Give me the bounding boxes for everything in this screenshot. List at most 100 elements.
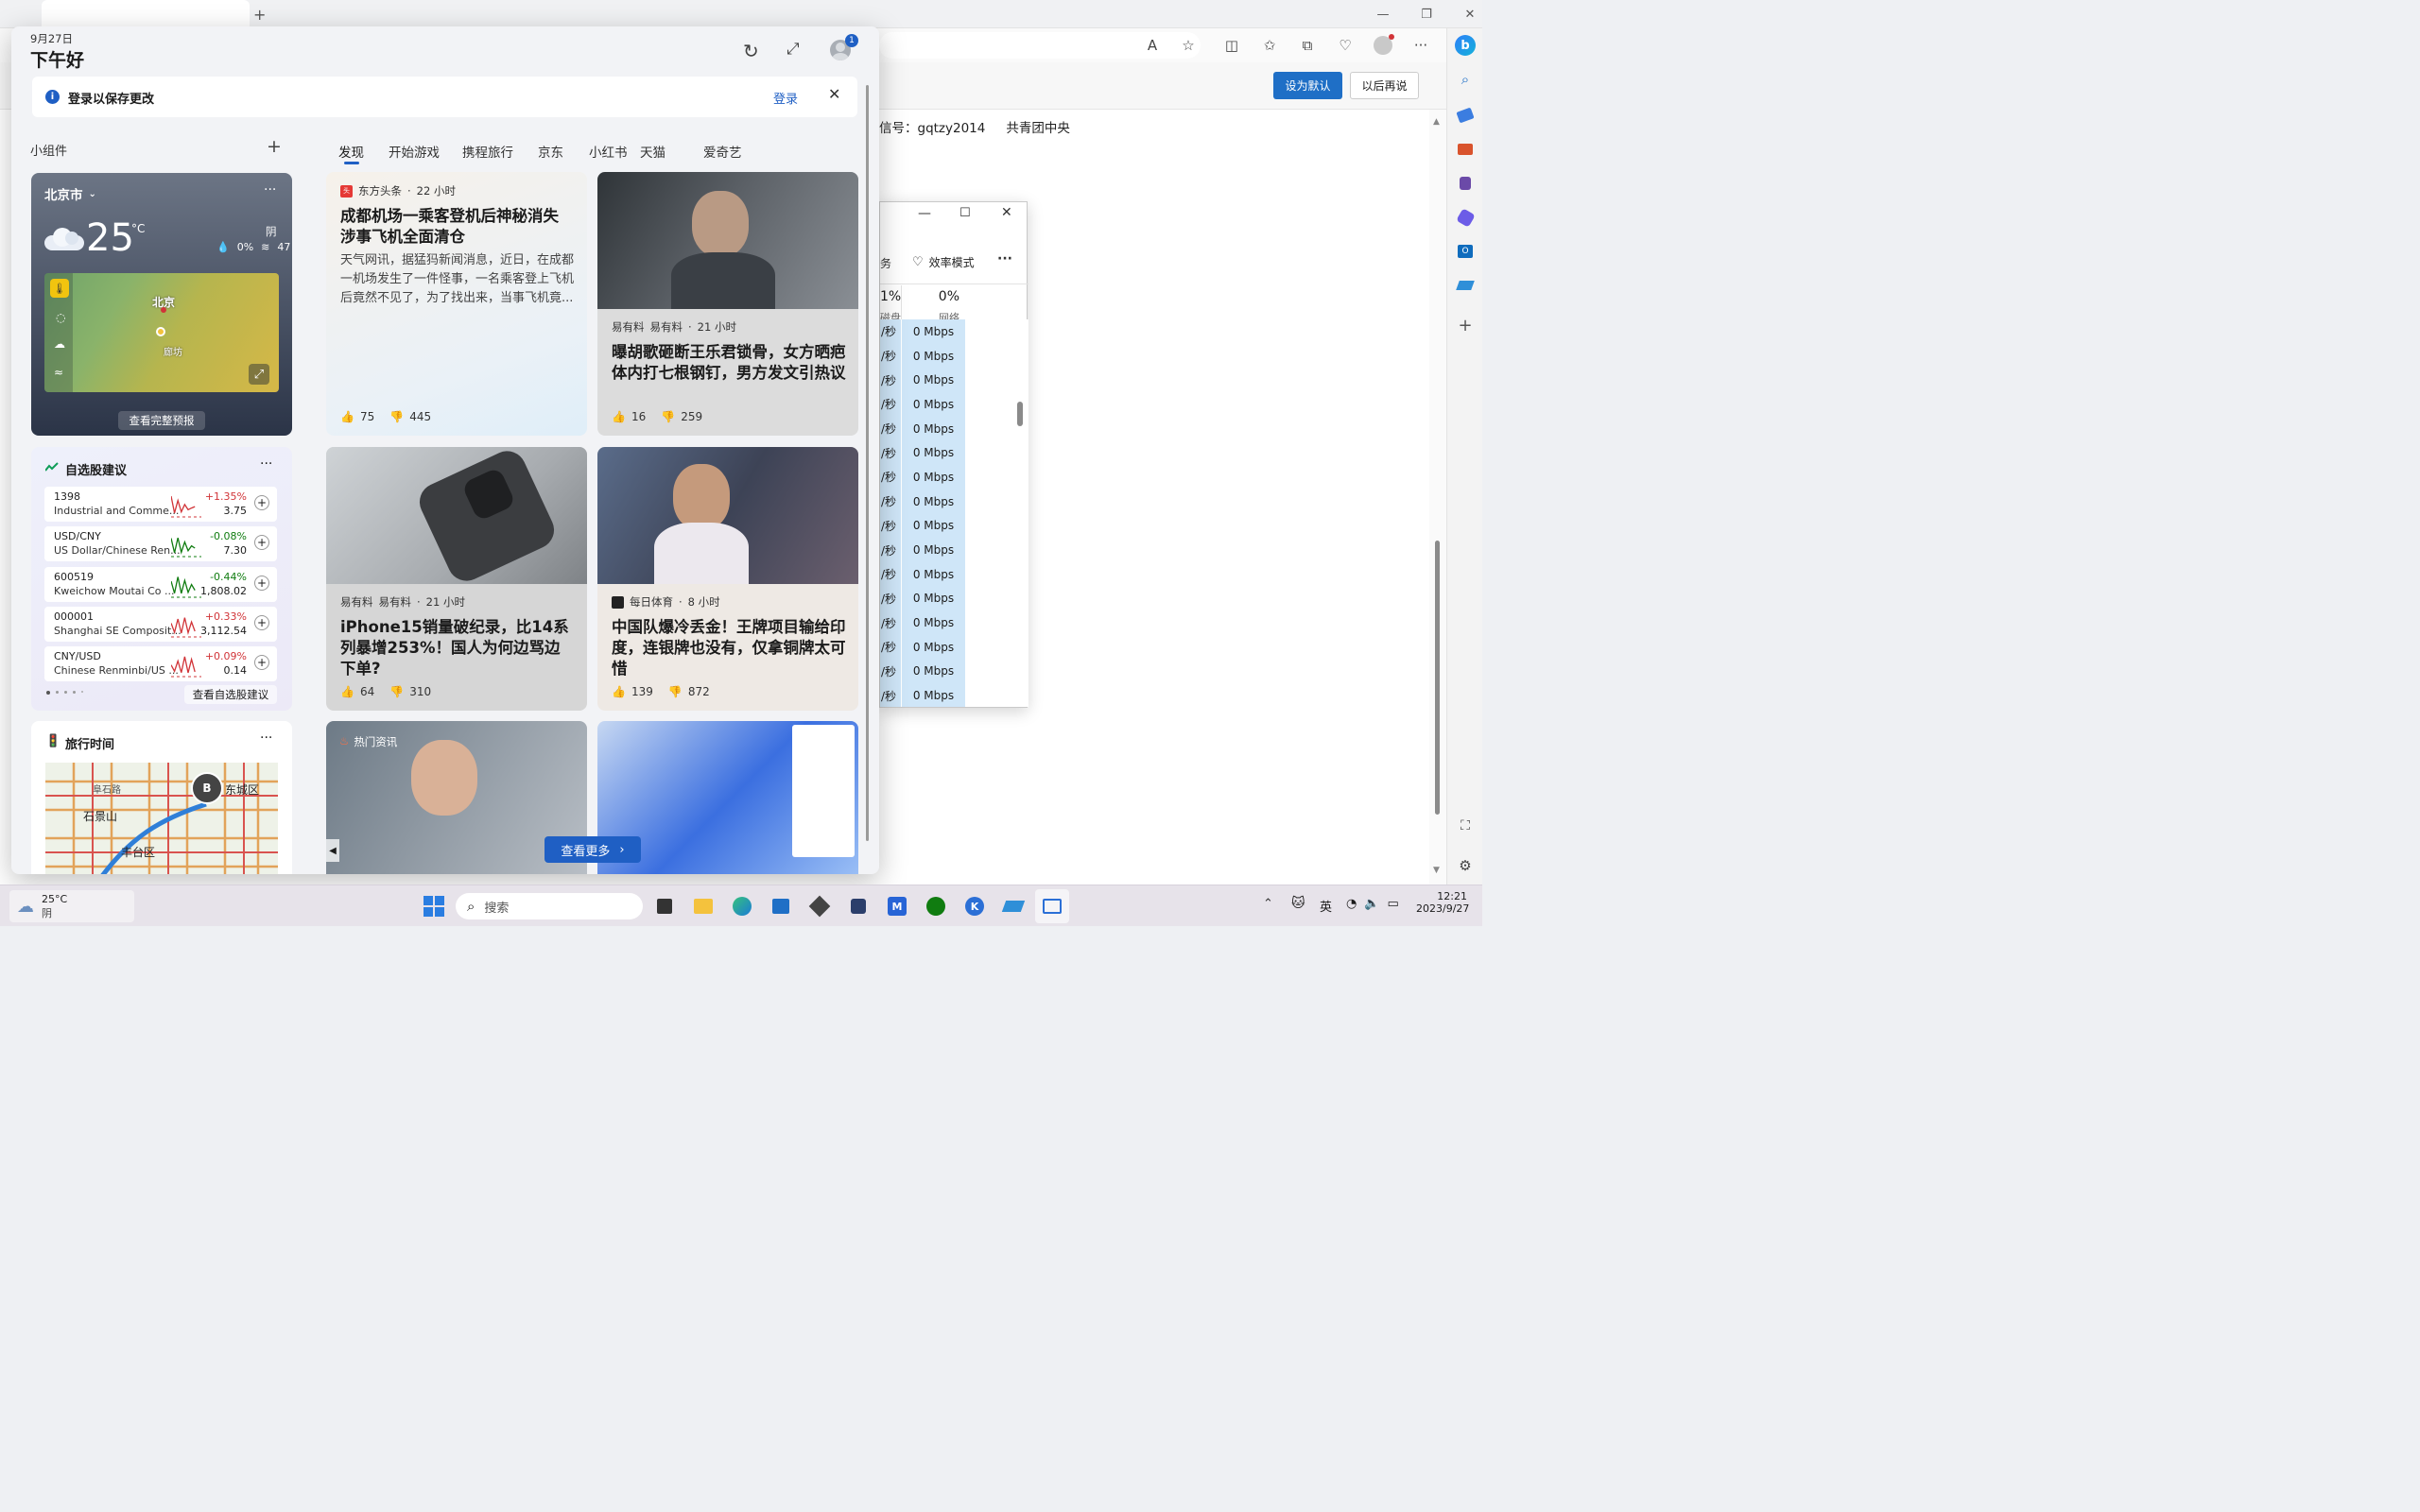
read-aloud-icon[interactable]: A (1138, 31, 1167, 60)
app-k-icon[interactable]: K (958, 889, 992, 923)
tab-2[interactable]: 携程旅行 (462, 142, 513, 161)
tab-5[interactable]: 天猫 (640, 142, 666, 161)
add-stock-icon[interactable]: + (254, 535, 269, 551)
traffic-more-icon[interactable]: ··· (260, 730, 272, 746)
process-row[interactable]: /秒 0 Mbps (880, 392, 1028, 417)
thumbs-up-icon[interactable]: 👍 (340, 685, 354, 698)
collections-icon[interactable]: ⧉ (1293, 31, 1322, 60)
page-dots[interactable] (46, 691, 83, 695)
full-forecast-button[interactable]: 查看完整预报 (118, 411, 205, 430)
stocks-more-icon[interactable]: ··· (260, 456, 272, 472)
file-explorer-icon[interactable] (686, 889, 720, 923)
page-scrollbar[interactable]: ▲ ▼ (1429, 110, 1446, 885)
add-stock-icon[interactable]: + (254, 495, 269, 510)
tab-6[interactable]: 爱奇艺 (703, 142, 742, 161)
taskbar-search[interactable]: ⌕ 搜索 (456, 893, 643, 919)
tm-close-icon[interactable]: ✕ (1001, 205, 1012, 220)
favorites-icon[interactable]: ✩ (1255, 31, 1284, 60)
thumbs-down-icon[interactable]: 👎 (668, 685, 683, 698)
tm-maximize-icon[interactable]: ☐ (959, 206, 971, 220)
split-screen-icon[interactable]: ◫ (1218, 31, 1246, 60)
process-row[interactable]: /秒 0 Mbps (880, 465, 1028, 490)
process-row[interactable]: /秒 0 Mbps (880, 586, 1028, 611)
process-row[interactable]: /秒 0 Mbps (880, 343, 1028, 369)
add-widget-icon[interactable]: + (267, 136, 282, 157)
close-infobar-icon[interactable]: ✕ (828, 85, 840, 103)
scroll-up-arrow[interactable]: ▲ (1433, 117, 1440, 127)
thumbs-up-icon[interactable]: 👍 (612, 685, 626, 698)
thumbs-down-icon[interactable]: 👎 (661, 410, 675, 423)
drop-icon[interactable] (1447, 268, 1483, 302)
shopping-icon[interactable] (1447, 98, 1483, 132)
ime-indicator[interactable]: 英 (1320, 897, 1332, 915)
process-row[interactable]: /秒 0 Mbps (880, 440, 1028, 466)
see-more-button[interactable]: 查看更多 › (544, 836, 641, 863)
stock-row[interactable]: 600519 Kweichow Moutai Co ... -0.44% 1,808.… (44, 566, 277, 602)
tab-0[interactable]: 发现 (338, 142, 364, 161)
profile-icon[interactable] (1369, 31, 1397, 60)
signin-link[interactable]: 登录 (773, 89, 798, 107)
news-card[interactable]: 头 东方头条 · 22 小时 成都机场一乘客登机后神秘消失 涉事飞机全面清仓 天… (326, 172, 587, 436)
tab-1[interactable]: 开始游戏 (389, 142, 440, 161)
tm-scroll-thumb[interactable] (1017, 402, 1023, 426)
view-stocks-button[interactable]: 查看自选股建议 (184, 685, 277, 704)
stock-row[interactable]: 000001 Shanghai SE Composit... +0.33% 3,112… (44, 606, 277, 642)
efficiency-mode-button[interactable]: ♡ 效率模式 (912, 254, 975, 270)
expand-map-icon[interactable]: ⤢ (249, 364, 269, 385)
carousel-prev-icon[interactable]: ◀ (326, 839, 339, 862)
add-stock-icon[interactable]: + (254, 575, 269, 591)
process-row[interactable]: /秒 0 Mbps (880, 416, 1028, 441)
browser-tab[interactable] (42, 0, 250, 28)
wind-layer-icon[interactable]: ≈ (54, 366, 63, 379)
account-button[interactable]: 1 (830, 34, 858, 60)
weather-more-icon[interactable]: ··· (264, 182, 276, 198)
search-icon[interactable]: ⌕ (1447, 62, 1483, 96)
news-card[interactable]: 每日体育 · 8 小时 中国队爆冷丢金！王牌项目输给印度，连银牌也没有，仅拿铜牌… (597, 447, 858, 711)
browser-essentials-icon[interactable]: ♡ (1331, 31, 1359, 60)
traffic-map[interactable]: B 东城区 石景山 丰台区 阜石路 (45, 763, 278, 874)
tm-tab-partial[interactable]: 务 (880, 255, 891, 271)
restore-icon[interactable]: ❐ (1405, 0, 1448, 28)
process-row[interactable]: /秒 0 Mbps (880, 610, 1028, 635)
cloud-layer-icon[interactable]: ☁ (54, 337, 65, 351)
games-icon[interactable] (1447, 166, 1483, 200)
more-icon[interactable]: ··· (1407, 31, 1435, 60)
tools-icon[interactable] (1447, 132, 1483, 166)
tm-more-icon[interactable]: ··· (997, 251, 1012, 266)
scroll-down-arrow[interactable]: ▼ (1433, 866, 1440, 875)
stock-row[interactable]: 1398 Industrial and Comme... +1.35% 3.75 + (44, 487, 277, 522)
app-bird-icon[interactable] (996, 889, 1030, 923)
process-row[interactable]: /秒 0 Mbps (880, 368, 1028, 393)
xbox-icon[interactable] (919, 889, 953, 923)
process-row[interactable]: /秒 0 Mbps (880, 634, 1028, 660)
process-row[interactable]: /秒 0 Mbps (880, 513, 1028, 539)
screenshot-icon[interactable]: ⛶ (1447, 809, 1483, 843)
app-cat-icon[interactable] (841, 889, 875, 923)
task-view-icon[interactable] (648, 889, 682, 923)
clock[interactable]: 12:21 2023/9/27 (1416, 890, 1469, 915)
expand-icon[interactable]: ⤢ (786, 40, 800, 59)
process-row[interactable]: /秒 0 Mbps (880, 538, 1028, 562)
tab-3[interactable]: 京东 (538, 142, 563, 161)
stock-row[interactable]: CNY/USD Chinese Renminbi/US ... +0.09% 0.14… (44, 646, 277, 682)
stock-row[interactable]: USD/CNY US Dollar/Chinese Ren... -0.08% 7.3… (44, 526, 277, 562)
microsoft365-icon[interactable] (1447, 200, 1483, 234)
close-icon[interactable]: ✕ (1448, 0, 1492, 28)
thumbs-up-icon[interactable]: 👍 (340, 410, 354, 423)
tm-minimize-icon[interactable]: — (918, 206, 931, 221)
tab-4[interactable]: 小红书 (589, 142, 628, 161)
outlook-icon[interactable]: O (1447, 234, 1483, 268)
app-cube-icon[interactable] (803, 889, 837, 923)
news-card[interactable]: 易有料 易有料 · 21 小时 iPhone15销量破纪录，比14系列暴增253… (326, 447, 587, 711)
app-m-icon[interactable]: M (880, 889, 914, 923)
new-tab-icon[interactable]: + (253, 6, 266, 24)
process-row[interactable]: /秒 0 Mbps (880, 659, 1028, 684)
temperature-layer-icon[interactable]: 🌡 (50, 279, 69, 298)
precip-layer-icon[interactable]: ◌ (56, 311, 65, 324)
panel-scrollbar[interactable] (866, 85, 869, 841)
tray-expand-icon[interactable]: ⌃ (1263, 897, 1273, 911)
thumbs-down-icon[interactable]: 👎 (389, 685, 404, 698)
process-row[interactable]: /秒 0 Mbps (880, 683, 1028, 707)
favorite-star-icon[interactable]: ☆ (1174, 31, 1202, 60)
weather-map[interactable]: 🌡 ◌ ☁ ≈ 北京 廊坊 ⤢ (44, 273, 279, 392)
